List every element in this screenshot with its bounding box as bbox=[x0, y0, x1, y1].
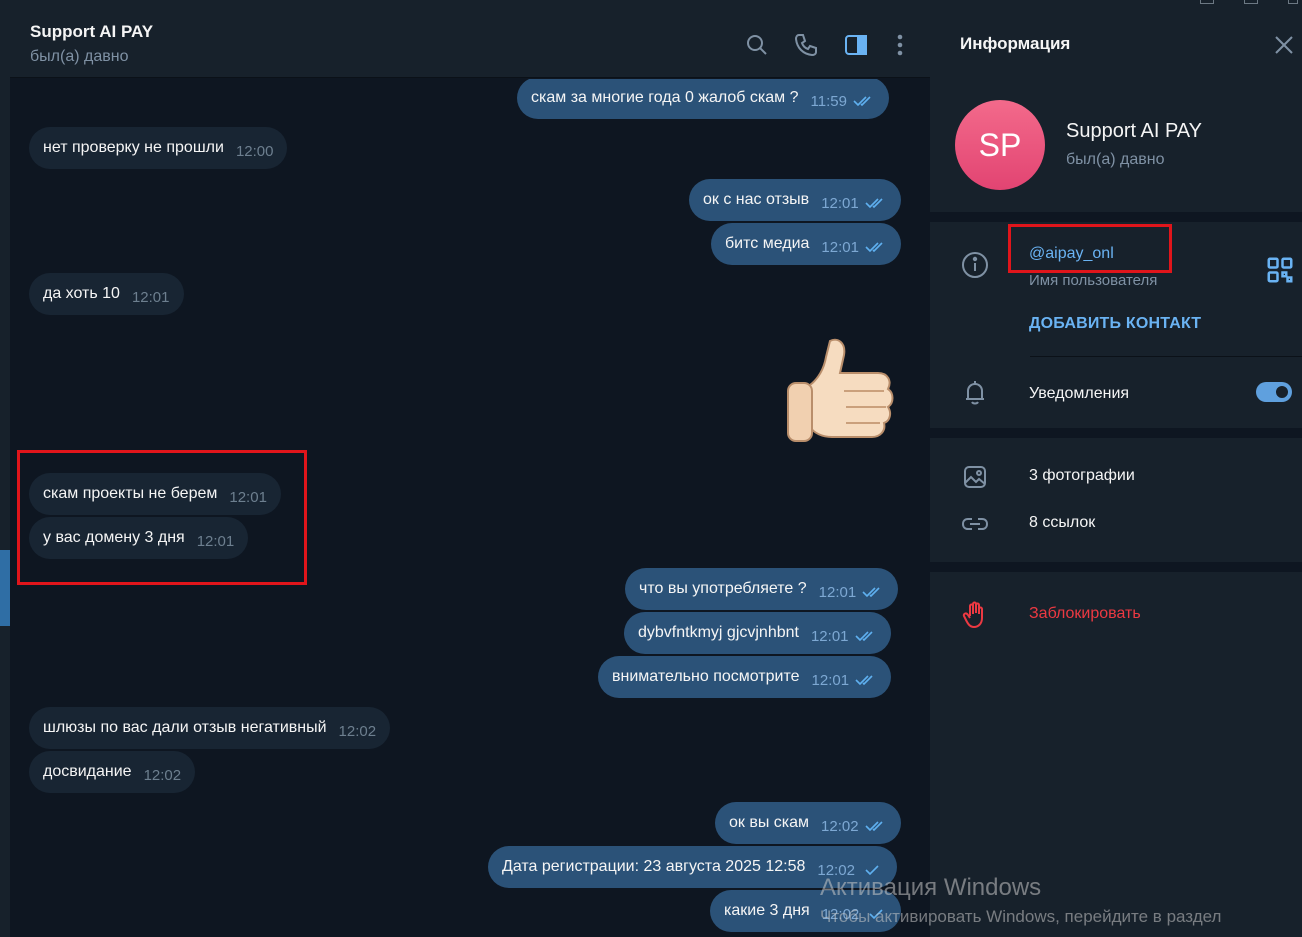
close-icon[interactable] bbox=[1273, 34, 1295, 56]
window-control-icon[interactable] bbox=[1200, 0, 1214, 4]
more-vertical-icon[interactable] bbox=[887, 32, 913, 58]
windows-activation-subtitle: Чтобы активировать Windows, перейдите в … bbox=[820, 907, 1222, 926]
highlight-box bbox=[17, 450, 307, 585]
phone-icon[interactable] bbox=[793, 32, 819, 58]
message-in[interactable]: да хоть 10 12:01 bbox=[29, 273, 184, 315]
message-in[interactable]: шлюзы по вас дали отзыв негативный 12:02 bbox=[29, 707, 391, 749]
folder-sidebar-edge bbox=[0, 10, 10, 937]
chat-header[interactable]: Support AI PAY был(а) давно bbox=[10, 10, 930, 78]
window-title-bar bbox=[0, 0, 1302, 10]
divider bbox=[1030, 356, 1302, 357]
add-contact-button[interactable]: ДОБАВИТЬ КОНТАКТ bbox=[1029, 315, 1201, 333]
links-item[interactable]: 8 ссылок bbox=[1029, 514, 1095, 532]
hand-stop-icon bbox=[960, 600, 990, 630]
double-check-icon bbox=[855, 674, 877, 686]
sidebar-toggle-icon[interactable] bbox=[843, 32, 869, 58]
photo-icon bbox=[960, 462, 990, 492]
window-control-icon[interactable] bbox=[1288, 0, 1298, 4]
message-out[interactable]: dybvfntkmyj gjcvjnhbnt 12:01 bbox=[624, 612, 891, 654]
double-check-icon bbox=[853, 95, 875, 107]
message-out[interactable]: ок с нас отзыв 12:01 bbox=[689, 179, 901, 221]
notifications-label: Уведомления bbox=[1029, 385, 1130, 402]
thumbs-up-sticker[interactable] bbox=[782, 333, 902, 453]
qr-code-icon[interactable] bbox=[1265, 255, 1293, 283]
double-check-icon bbox=[862, 586, 884, 598]
info-panel: Информация SP Support AI PAY был(а) давн… bbox=[930, 10, 1302, 937]
message-in[interactable]: досвидание 12:02 bbox=[29, 751, 196, 793]
profile-name: Support AI PAY bbox=[1066, 120, 1203, 142]
link-icon bbox=[960, 509, 990, 539]
search-icon[interactable] bbox=[744, 32, 770, 58]
block-button[interactable]: Заблокировать bbox=[1029, 605, 1141, 623]
divider bbox=[930, 212, 1302, 222]
message-out[interactable]: внимательно посмотрите 12:01 bbox=[598, 656, 892, 698]
photos-item[interactable]: 3 фотографии bbox=[1029, 467, 1135, 485]
windows-activation-title: Активация Windows bbox=[820, 874, 1042, 901]
message-out[interactable]: скам за многие года 0 жалоб скам ? 11:59 bbox=[517, 79, 889, 119]
double-check-icon bbox=[865, 241, 887, 253]
highlight-box bbox=[1008, 224, 1172, 273]
divider bbox=[930, 428, 1302, 438]
message-out[interactable]: что вы употребляете ? 12:01 bbox=[625, 568, 899, 610]
double-check-icon bbox=[865, 197, 887, 209]
chat-status: был(а) давно bbox=[30, 48, 129, 65]
bell-icon bbox=[960, 378, 990, 408]
window-control-icon[interactable] bbox=[1244, 0, 1258, 4]
profile-status: был(а) давно bbox=[1066, 151, 1165, 168]
message-out[interactable]: ок вы скам 12:02 bbox=[715, 802, 901, 844]
message-in[interactable]: нет проверку не прошли 12:00 bbox=[29, 127, 288, 169]
double-check-icon bbox=[865, 820, 887, 832]
info-icon bbox=[960, 250, 990, 280]
chat-title[interactable]: Support AI PAY bbox=[30, 22, 153, 42]
avatar[interactable]: SP bbox=[955, 100, 1045, 190]
panel-title: Информация bbox=[960, 34, 1071, 53]
message-out[interactable]: битс медиа 12:01 bbox=[711, 223, 901, 265]
active-folder-indicator bbox=[0, 550, 10, 626]
double-check-icon bbox=[854, 630, 877, 642]
username-label: Имя пользователя bbox=[1029, 272, 1158, 289]
notifications-toggle[interactable] bbox=[1256, 382, 1292, 402]
divider bbox=[930, 562, 1302, 572]
